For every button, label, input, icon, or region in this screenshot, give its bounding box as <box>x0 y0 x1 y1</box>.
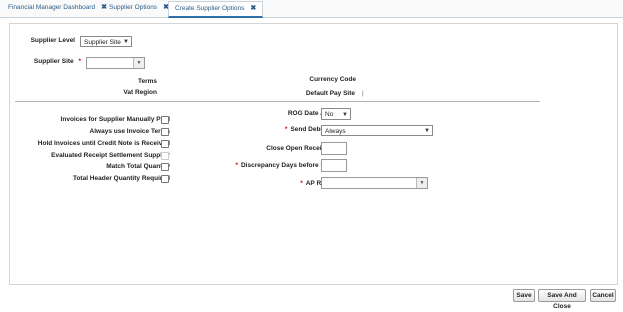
currency-code-label: Currency Code <box>309 76 356 83</box>
close-open-receipt-days-input[interactable] <box>321 142 347 155</box>
form-panel: Supplier Level Supplier Site ▼ Supplier … <box>9 23 618 285</box>
close-icon[interactable]: ✖ <box>101 4 107 11</box>
rog-date-allowed-value: No <box>325 111 334 118</box>
tab-label: Supplier Options <box>109 4 158 11</box>
send-debit-memo-select[interactable]: Always ▼ <box>321 125 433 136</box>
default-pay-site-label: Default Pay Site <box>305 90 355 97</box>
tab-label: Create Supplier Options <box>175 5 245 12</box>
cancel-button[interactable]: Cancel <box>590 289 616 302</box>
save-and-close-button[interactable]: Save And Close <box>538 289 586 310</box>
supplier-site-label-text: Supplier Site <box>33 58 74 65</box>
checkbox-label: Evaluated Receipt Settlement Supplier <box>51 152 170 159</box>
supplier-level-value: Supplier Site <box>84 39 121 46</box>
dropdown-arrow-icon[interactable]: ▼ <box>133 58 144 68</box>
required-mark: * <box>284 126 288 133</box>
tab-create-supplier-options[interactable]: Create Supplier Options ✖ <box>168 1 264 18</box>
supplier-site-combobox[interactable]: ▼ <box>86 57 145 69</box>
checkbox-label: Total Header Quantity Required <box>72 175 170 182</box>
supplier-level-label: Supplier Level <box>30 37 75 44</box>
checkbox-label: Invoices for Supplier Manually Paid <box>60 116 170 123</box>
checkbox-label: Hold Invoices until Credit Note is Recei… <box>37 140 170 147</box>
required-mark: * <box>235 162 238 169</box>
save-button[interactable]: Save <box>513 289 535 302</box>
tab-supplier-options[interactable]: Supplier Options ✖ <box>109 0 169 16</box>
required-mark: * <box>300 180 303 187</box>
supplier-level-select[interactable]: Supplier Site ▼ <box>80 36 132 47</box>
match-total-quantity-checkbox[interactable] <box>161 163 169 171</box>
close-icon[interactable]: ✖ <box>250 5 256 12</box>
tab-label: Financial Manager Dashboard <box>8 4 96 11</box>
tab-bar: Financial Manager Dashboard ✖ Supplier Op… <box>0 0 623 18</box>
divider <box>15 101 540 102</box>
always-use-invoice-terms-checkbox[interactable] <box>161 128 169 136</box>
default-pay-site-value: | <box>362 90 364 97</box>
invoices-manually-paid-checkbox[interactable] <box>161 116 169 124</box>
ap-reviewer-combobox[interactable]: ▼ <box>321 177 428 189</box>
required-mark: * <box>78 58 81 65</box>
total-header-quantity-checkbox[interactable] <box>161 175 169 183</box>
send-debit-memo-value: Always <box>325 128 346 135</box>
tab-financial-manager-dashboard[interactable]: Financial Manager Dashboard ✖ <box>8 0 107 16</box>
rog-date-allowed-select[interactable]: No ▼ <box>321 108 351 120</box>
terms-label: Terms <box>137 78 157 85</box>
vat-region-label: Vat Region <box>123 89 157 96</box>
chevron-down-icon: ▼ <box>424 128 430 134</box>
evaluated-receipt-settlement-checkbox <box>161 152 169 160</box>
chevron-down-icon: ▼ <box>342 112 348 118</box>
supplier-site-label: Supplier Site * <box>34 58 81 65</box>
discrepancy-days-input[interactable] <box>321 159 347 172</box>
hold-invoices-checkbox[interactable] <box>161 140 169 148</box>
checkbox-label: Always use Invoice Terms <box>89 128 170 135</box>
dropdown-arrow-icon[interactable]: ▼ <box>416 178 427 188</box>
chevron-down-icon: ▼ <box>123 39 129 45</box>
